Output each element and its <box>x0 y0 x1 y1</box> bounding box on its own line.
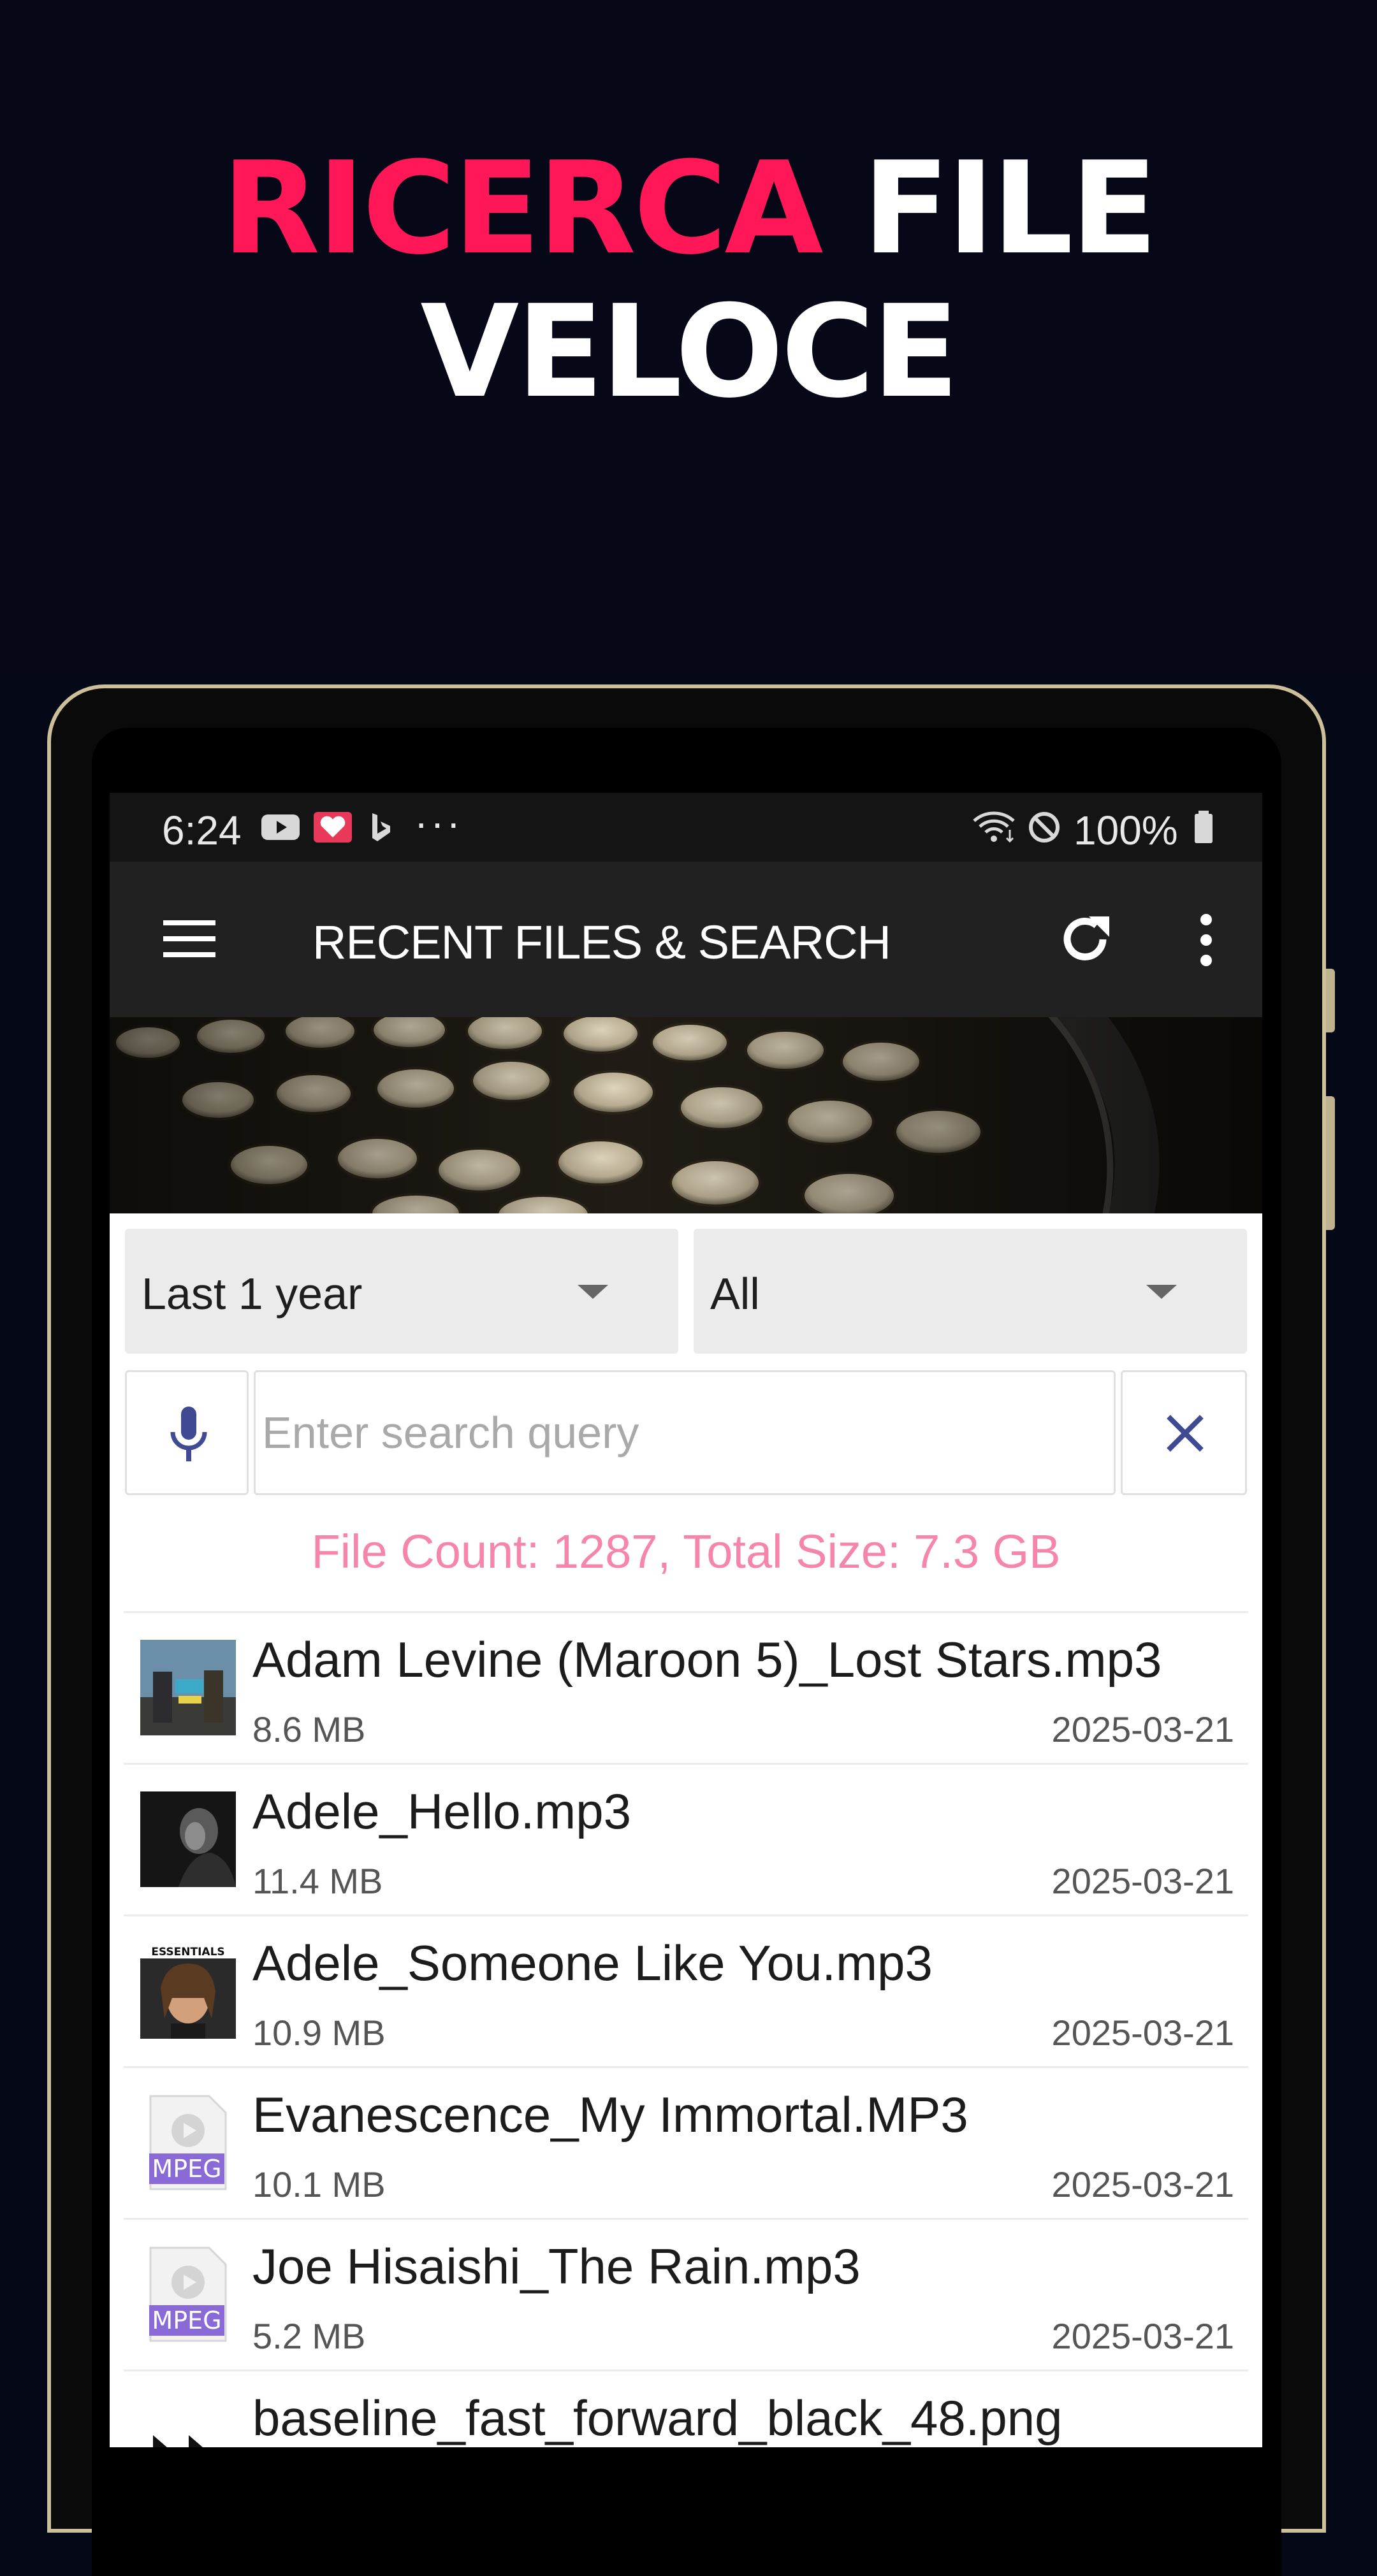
file-date: 2025-03-21 <box>1051 2316 1234 2356</box>
album-art-caption: ESSENTIALS <box>151 1946 224 1958</box>
mpeg-label: MPEG <box>149 2305 224 2336</box>
microphone-icon <box>170 1407 207 1461</box>
menu-icon[interactable] <box>161 916 218 961</box>
battery-percent: 100% <box>1074 807 1178 853</box>
list-item[interactable]: Adam Levine (Maroon 5)_Lost Stars.mp3 8.… <box>124 1611 1248 1763</box>
headline-accent: RICERCA <box>221 134 823 283</box>
file-size: 10.9 MB <box>252 2013 386 2053</box>
mpeg-file-icon: MPEG <box>140 2247 236 2342</box>
more-vert-icon[interactable] <box>1193 913 1219 967</box>
promo-headline: RICERCA FILE VELOCE <box>0 137 1377 424</box>
page-title: RECENT FILES & SEARCH <box>312 916 891 969</box>
bing-icon <box>372 813 390 841</box>
heart-app-icon <box>314 812 352 843</box>
typewriter-keys-image <box>110 1017 1262 1213</box>
mpeg-label: MPEG <box>149 2153 224 2184</box>
file-name: baseline_fast_forward_black_48.png <box>252 2390 1063 2446</box>
clear-search-button[interactable] <box>1121 1370 1247 1495</box>
headline-line-2: VELOCE <box>420 278 959 426</box>
battery-icon <box>1195 811 1213 843</box>
close-icon <box>1167 1415 1204 1452</box>
file-size: 8.6 MB <box>252 1709 366 1749</box>
chevron-down-icon <box>1146 1285 1177 1299</box>
list-item[interactable]: Adele_Hello.mp3 11.4 MB 2025-03-21 <box>124 1763 1248 1914</box>
status-time: 6:24 <box>162 807 242 853</box>
file-summary: File Count: 1287, Total Size: 7.3 GB <box>311 1525 1061 1578</box>
file-size: 11.4 MB <box>252 1861 383 1901</box>
type-filter-value: All <box>710 1269 760 1319</box>
album-art-icon <box>140 1791 236 1887</box>
list-item[interactable]: MPEG Joe Hisaishi_The Rain.mp3 5.2 MB 20… <box>124 2218 1248 2370</box>
album-art-icon: ESSENTIALS <box>140 1943 236 2039</box>
voice-search-button[interactable] <box>125 1370 249 1495</box>
period-filter-value: Last 1 year <box>142 1269 363 1319</box>
file-name: Adele_Hello.mp3 <box>252 1783 632 1839</box>
fast-forward-icon <box>153 2435 203 2447</box>
refresh-icon[interactable] <box>1054 909 1116 970</box>
file-date: 2025-03-21 <box>1051 1861 1234 1901</box>
type-filter-dropdown[interactable]: All <box>694 1229 1247 1354</box>
promo-header: RICERCA FILE VELOCE <box>0 0 1377 676</box>
search-input[interactable] <box>256 1372 1114 1493</box>
wifi-icon <box>973 811 1015 843</box>
file-size: 10.1 MB <box>252 2164 386 2204</box>
app-screen: 6:24 ··· 100% RECENT FILES & SEARCH Last… <box>110 793 1262 2447</box>
file-date: 2025-03-21 <box>1051 1709 1234 1749</box>
file-list: Adam Levine (Maroon 5)_Lost Stars.mp3 8.… <box>124 1611 1248 2447</box>
status-bar: 6:24 ··· 100% <box>110 793 1262 862</box>
file-name: Adam Levine (Maroon 5)_Lost Stars.mp3 <box>252 1632 1162 1688</box>
power-button <box>1326 1096 1335 1230</box>
chevron-down-icon <box>578 1285 608 1299</box>
search-box <box>254 1370 1116 1495</box>
period-filter-dropdown[interactable]: Last 1 year <box>125 1229 678 1354</box>
do-not-disturb-icon <box>1029 812 1060 843</box>
headline-rest: FILE <box>820 134 1158 283</box>
volume-button <box>1326 969 1335 1032</box>
file-date: 2025-03-21 <box>1051 2013 1234 2053</box>
list-item[interactable]: MPEG Evanescence_My Immortal.MP3 10.1 MB… <box>124 2066 1248 2218</box>
app-bar: RECENT FILES & SEARCH <box>110 862 1262 1017</box>
list-item[interactable]: baseline_fast_forward_black_48.png <box>124 2370 1248 2447</box>
mpeg-file-icon: MPEG <box>140 2095 236 2190</box>
album-art-icon <box>140 1640 236 1735</box>
file-name: Adele_Someone Like You.mp3 <box>252 1935 933 1991</box>
file-name: Joe Hisaishi_The Rain.mp3 <box>252 2238 861 2294</box>
youtube-icon <box>261 814 300 840</box>
more-dots-icon: ··· <box>414 800 463 846</box>
list-item[interactable]: ESSENTIALS Adele_Someone Like You.mp3 10… <box>124 1914 1248 2066</box>
search-row <box>110 1370 1262 1495</box>
file-date: 2025-03-21 <box>1051 2164 1234 2204</box>
header-banner-image <box>110 1017 1262 1213</box>
file-name: Evanescence_My Immortal.MP3 <box>252 2087 968 2143</box>
file-size: 5.2 MB <box>252 2316 366 2356</box>
